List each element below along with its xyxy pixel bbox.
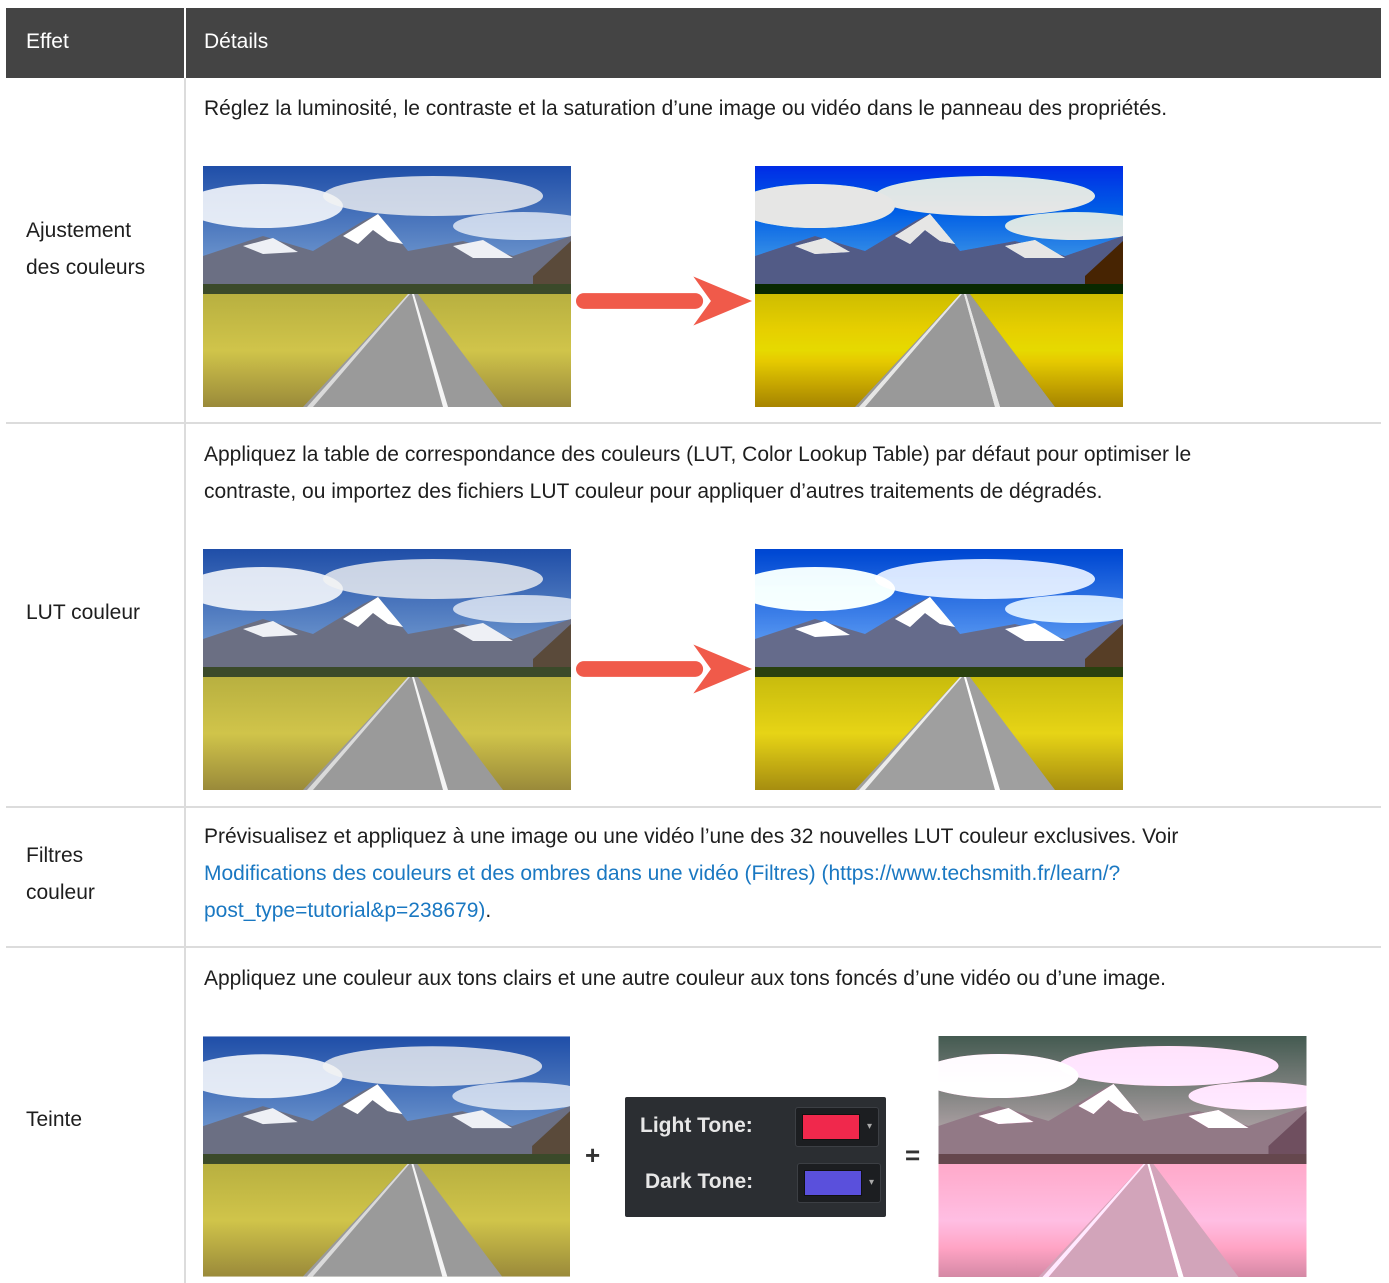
plus-sign: + bbox=[585, 1140, 601, 1170]
chevron-down-icon[interactable]: ▾ bbox=[869, 1177, 874, 1188]
effect-details: Prévisualisez et appliquez à une image o… bbox=[204, 818, 1364, 929]
light-tone-picker[interactable]: ▾ bbox=[795, 1107, 879, 1147]
effect-name: Ajustement des couleurs bbox=[26, 212, 145, 286]
effect-name: LUT couleur bbox=[26, 594, 140, 631]
after-image bbox=[755, 166, 1123, 407]
arrow-icon bbox=[576, 644, 752, 694]
before-image bbox=[203, 166, 571, 407]
effect-details: Appliquez la table de correspondance des… bbox=[204, 436, 1364, 510]
effect-details: Réglez la luminosité, le contraste et la… bbox=[204, 90, 1364, 127]
dark-tone-swatch[interactable] bbox=[804, 1170, 862, 1196]
light-tone-swatch[interactable] bbox=[802, 1114, 860, 1140]
details-text: Réglez la luminosité, le contraste et la… bbox=[204, 97, 1168, 120]
details-text: Appliquez la table de correspondance des… bbox=[204, 443, 1192, 466]
effects-table: Effet Détails bbox=[6, 8, 1381, 78]
before-image bbox=[203, 549, 571, 790]
column-divider bbox=[184, 806, 186, 946]
header-details: Détails bbox=[204, 30, 269, 53]
header-divider bbox=[184, 8, 186, 78]
details-text: contraste, ou importez des fichiers LUT … bbox=[204, 480, 1103, 503]
column-divider bbox=[184, 78, 186, 422]
effect-name-line: couleur bbox=[26, 881, 95, 904]
arrow-icon bbox=[576, 276, 752, 326]
effect-name-line: LUT couleur bbox=[26, 601, 141, 624]
details-text: . bbox=[485, 899, 492, 922]
effect-name: Filtres couleur bbox=[26, 837, 95, 911]
effect-name-line: Teinte bbox=[26, 1108, 83, 1131]
details-text: Appliquez une couleur aux tons clairs et… bbox=[204, 967, 1166, 990]
before-image bbox=[203, 1036, 570, 1277]
tone-panel: Light Tone: ▾ Dark Tone: ▾ bbox=[625, 1097, 886, 1217]
details-text: Prévisualisez et appliquez à une image o… bbox=[204, 825, 1179, 848]
effect-name-line: des couleurs bbox=[26, 256, 146, 279]
dark-tone-picker[interactable]: ▾ bbox=[797, 1163, 881, 1203]
chevron-down-icon[interactable]: ▾ bbox=[867, 1121, 872, 1132]
light-tone-label: Light Tone: bbox=[640, 1114, 753, 1137]
effect-name-line: Ajustement bbox=[26, 219, 132, 242]
column-divider bbox=[184, 424, 186, 806]
after-image bbox=[755, 549, 1123, 790]
effect-name-line: Filtres bbox=[26, 844, 84, 867]
header-effect: Effet bbox=[26, 30, 69, 53]
effect-name: Teinte bbox=[26, 1101, 82, 1138]
filters-link[interactable]: Modifications des couleurs et des ombres… bbox=[204, 862, 1120, 885]
table-row: Filtres couleur Prévisualisez et appliqu… bbox=[6, 806, 1381, 948]
column-divider bbox=[184, 946, 186, 1283]
tinted-image bbox=[938, 1036, 1307, 1277]
equals-sign: = bbox=[905, 1140, 921, 1170]
filters-link[interactable]: post_type=tutorial&p=238679) bbox=[204, 899, 485, 922]
effect-details: Appliquez une couleur aux tons clairs et… bbox=[204, 960, 1364, 997]
dark-tone-label: Dark Tone: bbox=[645, 1170, 754, 1193]
table-header: Effet Détails bbox=[6, 8, 1381, 78]
